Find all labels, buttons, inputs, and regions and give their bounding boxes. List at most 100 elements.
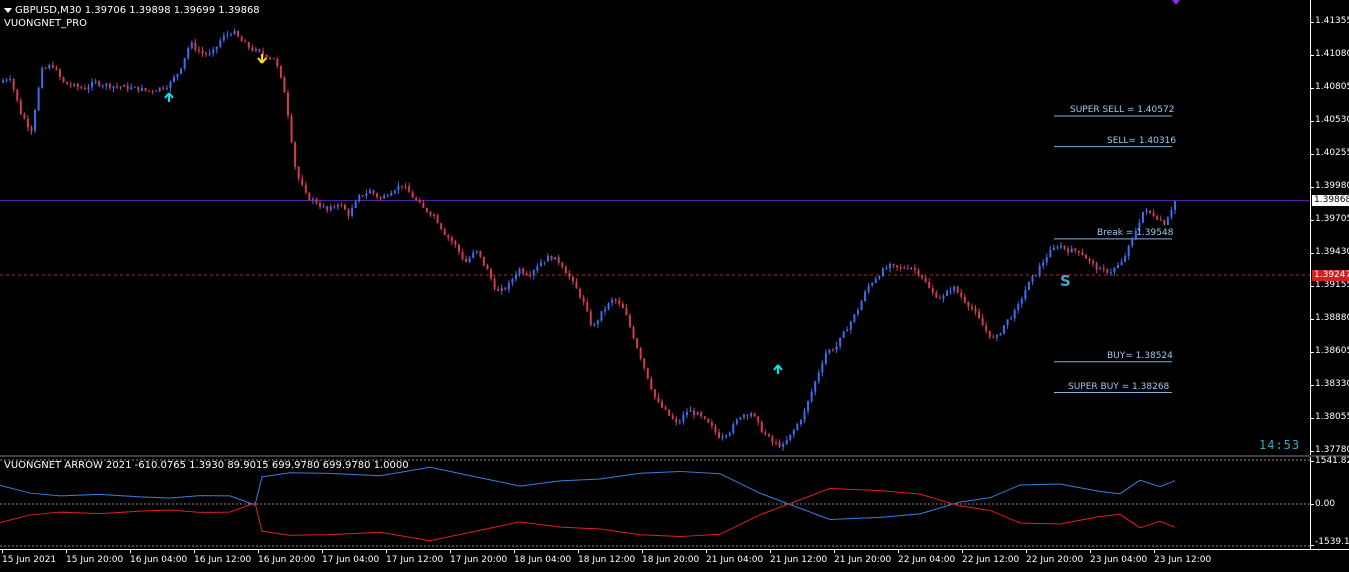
candle — [326, 205, 329, 214]
time-axis-label: 21 Jun 12:00 — [770, 555, 828, 565]
candle-body — [80, 87, 83, 89]
candle — [461, 249, 464, 261]
candle — [26, 114, 29, 132]
candle-body — [935, 292, 938, 298]
candle — [593, 322, 596, 327]
candle-body — [1060, 245, 1063, 248]
time-axis-label: 18 Jun 20:00 — [642, 555, 700, 565]
candle-body — [475, 250, 478, 253]
chart-header: GBPUSD,M30 1.39706 1.39898 1.39699 1.398… — [4, 5, 260, 16]
candle — [34, 108, 37, 134]
candle — [571, 275, 574, 285]
candle — [582, 294, 585, 306]
candle-body — [169, 81, 172, 89]
candle — [1063, 245, 1066, 251]
candle-body — [682, 415, 685, 422]
candle — [83, 85, 86, 90]
candle — [358, 193, 361, 203]
candle-body — [215, 46, 218, 50]
candle — [985, 321, 988, 334]
candle-body — [1099, 268, 1102, 270]
oscillator-pane[interactable]: VUONGNET ARROW 2021 -610.0765 1.3930 89.… — [0, 457, 1310, 549]
candle-body — [849, 321, 852, 330]
candle — [425, 207, 428, 214]
time-axis-label: 21 Jun 20:00 — [834, 555, 892, 565]
candle — [522, 266, 525, 275]
price-axis[interactable]: 1.41355 1.41080 1.40805 1.40530 1.40255 1.399… — [1310, 0, 1349, 455]
candle — [1141, 211, 1144, 224]
candle — [194, 38, 197, 53]
candle-body — [614, 299, 617, 301]
candle-body — [429, 212, 432, 215]
candle-body — [297, 166, 300, 179]
candle-body — [689, 410, 692, 412]
candle-body — [311, 199, 314, 201]
candle — [718, 428, 721, 439]
price-chart-pane[interactable]: GBPUSD,M30 1.39706 1.39898 1.39699 1.398… — [0, 0, 1310, 455]
candle — [725, 434, 728, 440]
candle — [475, 250, 478, 255]
candle — [860, 299, 863, 311]
candle — [928, 278, 931, 289]
candle-body — [219, 40, 222, 47]
candle-body — [144, 88, 147, 91]
candle — [130, 83, 133, 91]
candle — [254, 46, 257, 53]
candle-body — [265, 54, 268, 58]
candle — [789, 434, 792, 442]
candle — [700, 411, 703, 419]
candle — [1020, 296, 1023, 309]
candle-body — [336, 204, 339, 207]
time-axis[interactable]: 15 Jun 2021 15 Jun 20:00 16 Jun 04:00 16 Ju… — [0, 549, 1349, 572]
candle-body — [123, 85, 126, 87]
candle — [1131, 236, 1134, 248]
candle — [1159, 215, 1162, 222]
candle-body — [604, 309, 607, 312]
candle-body — [176, 73, 179, 78]
candle-body — [482, 256, 485, 266]
time-axis-label: 22 Jun 04:00 — [898, 555, 956, 565]
sell-label: SELL= 1.40316 — [1107, 136, 1177, 146]
candle-body — [846, 329, 849, 332]
candle — [105, 82, 108, 90]
down-triangle-icon[interactable] — [4, 7, 12, 13]
candle — [1106, 268, 1109, 275]
candle-body — [304, 184, 307, 193]
candle-body — [1159, 219, 1162, 221]
candle — [108, 82, 111, 91]
candle-body — [190, 42, 193, 49]
candle-body — [593, 324, 596, 326]
candle-body — [208, 53, 211, 55]
candle-body — [600, 311, 603, 321]
candle-body — [710, 422, 713, 427]
candle — [775, 439, 778, 446]
candle-body — [728, 432, 731, 436]
candle-body — [650, 378, 653, 390]
candle — [881, 267, 884, 277]
candle-body — [1124, 256, 1127, 262]
candle — [201, 46, 204, 57]
candle — [589, 308, 592, 327]
candle — [967, 301, 970, 311]
candle-body — [1052, 247, 1055, 251]
candle-body — [1102, 268, 1105, 270]
candle — [682, 411, 685, 425]
candle — [440, 222, 443, 231]
candle — [465, 255, 468, 263]
candle-body — [1020, 298, 1023, 304]
candle-body — [742, 414, 745, 418]
price-axis-label: 1.38880 — [1315, 313, 1349, 323]
candle-body — [468, 257, 471, 263]
candle-body — [903, 267, 906, 269]
candle-body — [205, 53, 208, 55]
candle — [372, 189, 375, 196]
candle-body — [151, 90, 154, 92]
candle-body — [94, 81, 97, 83]
candle — [361, 195, 364, 198]
price-axis-label: 1.39705 — [1315, 214, 1349, 224]
candle-body — [400, 185, 403, 187]
candle — [383, 193, 386, 199]
oscillator-header: VUONGNET ARROW 2021 -610.0765 1.3930 89.… — [4, 460, 409, 471]
oscillator-axis[interactable]: 1541.820 0.00 -1539.11 — [1310, 456, 1349, 549]
candle-body — [910, 267, 913, 269]
